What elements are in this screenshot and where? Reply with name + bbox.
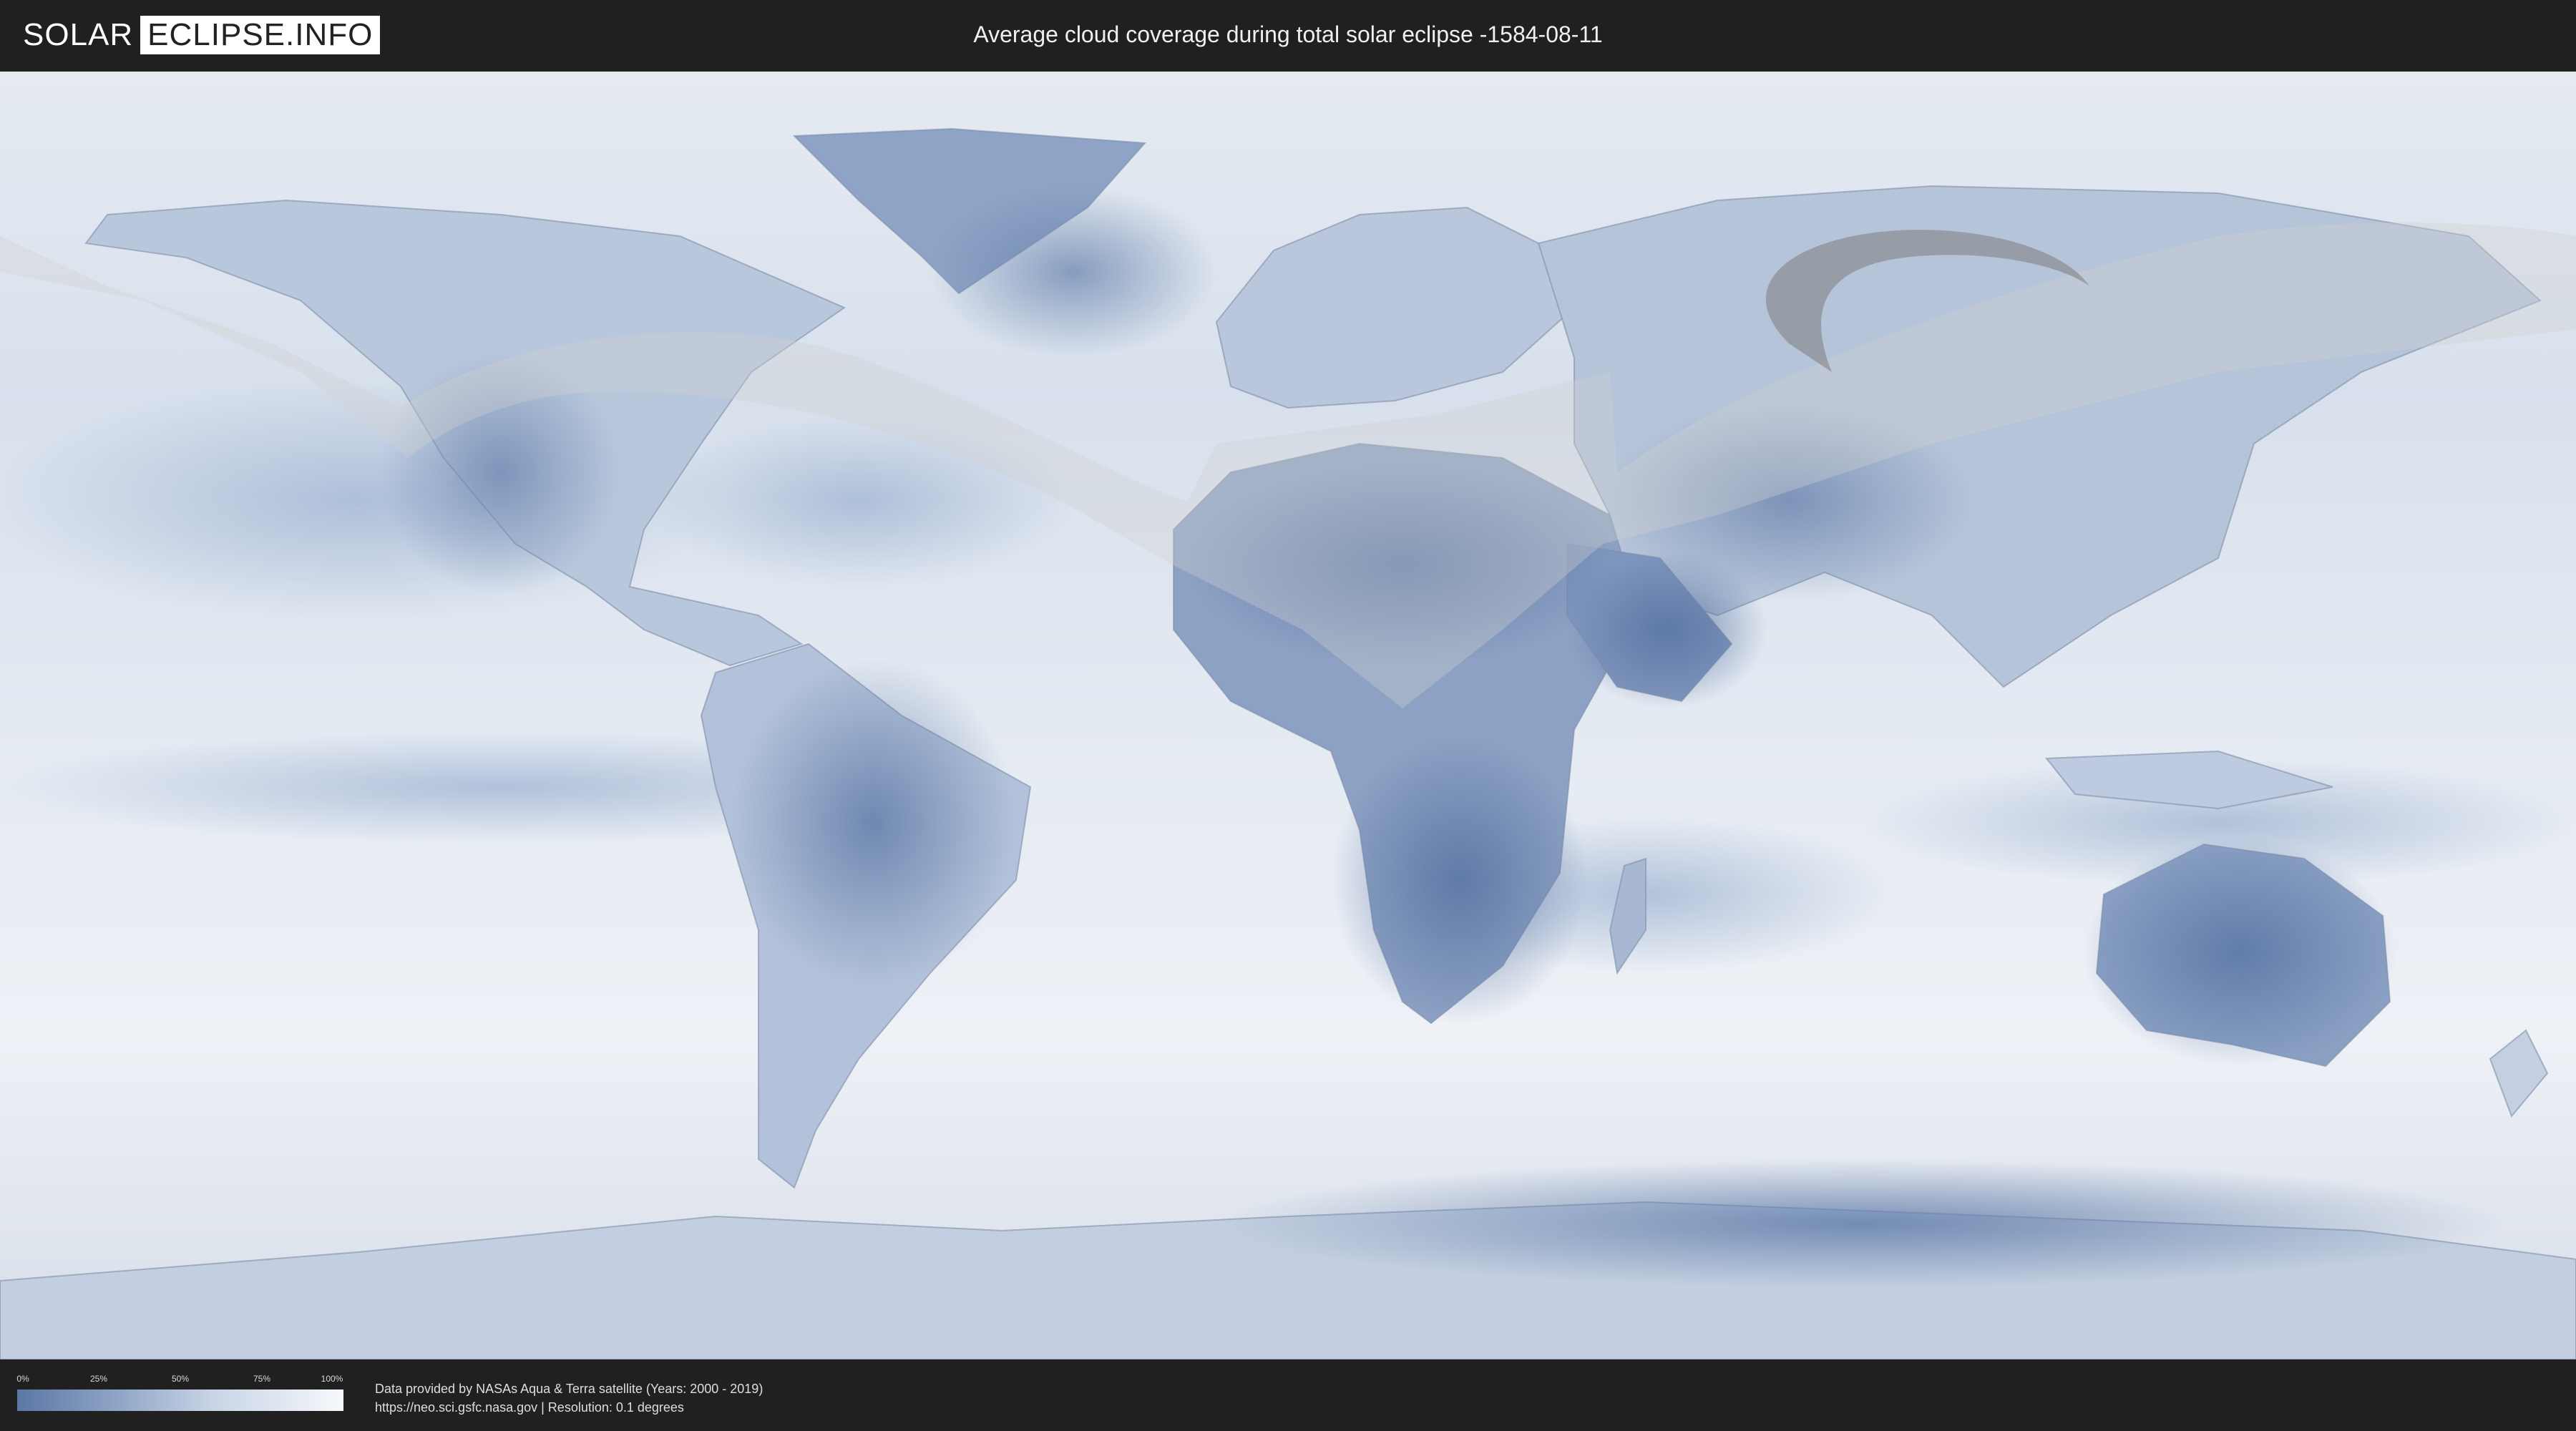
legend-tick: 25% <box>89 1374 108 1384</box>
clear-sky-australia <box>2082 837 2397 1066</box>
map-canvas <box>0 72 2576 1359</box>
legend-tick: 100% <box>321 1374 343 1384</box>
clear-sky-antarctica <box>1216 1159 2504 1288</box>
header-bar: SOLAR ECLIPSE.INFO Average cloud coverag… <box>0 0 2576 72</box>
credits-resolution: https://neo.sci.gsfc.nasa.gov | Resoluti… <box>375 1400 684 1415</box>
cloud-coverage-map[interactable] <box>0 72 2576 1359</box>
legend-ticks: 0% 25% 50% 75% 100% <box>16 1374 343 1385</box>
clear-sky-southern-africa <box>1331 737 1589 1023</box>
page-title: Average cloud coverage during total sola… <box>973 21 1603 47</box>
legend-tick: 75% <box>253 1374 271 1384</box>
credits-source: Data provided by NASAs Aqua & Terra sate… <box>375 1382 763 1396</box>
clear-sky-south-america <box>730 658 1016 987</box>
cloud-coverage-legend: 0% 25% 50% 75% 100% <box>16 1374 343 1417</box>
legend-color-bar <box>17 1390 343 1411</box>
data-credits: Data provided by NASAs Aqua & Terra sate… <box>375 1379 763 1417</box>
legend-tick: 0% <box>16 1374 29 1384</box>
footer-bar: 0% 25% 50% 75% 100% Data provided by NAS… <box>0 1359 2576 1431</box>
legend-tick: 50% <box>171 1374 190 1384</box>
clear-sky-greenland <box>930 186 1216 358</box>
